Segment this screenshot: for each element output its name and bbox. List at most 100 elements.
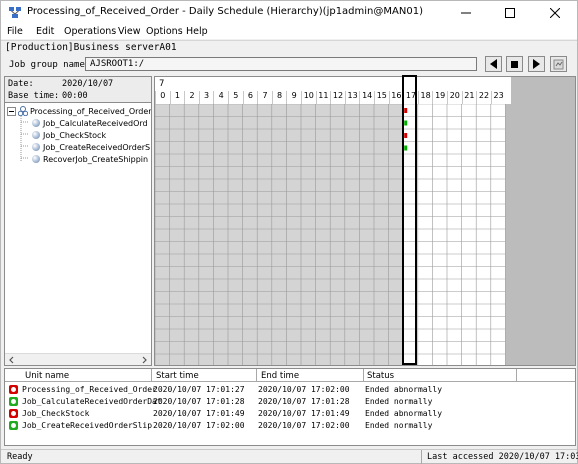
- scope-text: [Production]Business serverA01: [5, 42, 177, 53]
- column-status[interactable]: Status: [367, 371, 394, 381]
- app-window: Processing_of_Received_Order - Daily Sch…: [0, 0, 578, 464]
- menu-operations[interactable]: Operations: [64, 26, 116, 37]
- close-button[interactable]: [533, 1, 577, 24]
- title-bar[interactable]: Processing_of_Received_Order - Daily Sch…: [1, 1, 577, 24]
- current-hour-indicator: [402, 75, 418, 365]
- column-start-time[interactable]: Start time: [156, 371, 199, 381]
- status-cell: Ended normally: [365, 397, 433, 406]
- stop-button[interactable]: [506, 56, 523, 72]
- column-divider: [256, 369, 257, 382]
- hour-column: [257, 104, 272, 365]
- end-time-cell: 2020/10/07 17:01:49: [258, 409, 350, 418]
- day-label: 7: [159, 79, 165, 89]
- tree-item-job[interactable]: Job_CalculateReceivedOrd: [32, 117, 148, 129]
- status-cell: Ended normally: [365, 421, 433, 430]
- unit-name-cell: Job_CreateReceivedOrderSlip: [22, 421, 153, 430]
- square-icon: [511, 60, 518, 68]
- tree-panel: Date: 2020/10/07 Base time: 00:00 Proces…: [4, 76, 152, 366]
- chevron-left-icon[interactable]: [8, 356, 15, 364]
- tree-item-root[interactable]: Processing_of_Received_Order: [7, 105, 151, 117]
- minimize-button[interactable]: [444, 1, 488, 24]
- hour-column: [344, 104, 360, 365]
- hour-label: 10: [301, 91, 316, 104]
- last-accessed-text: Last accessed 2020/10/07 17:03:36: [421, 450, 578, 464]
- column-unit-name[interactable]: Unit name: [25, 371, 69, 381]
- app-icon: [9, 7, 21, 18]
- hour-column: [374, 104, 389, 365]
- table-row[interactable]: Job_CreateReceivedOrderSlip 2020/10/07 1…: [5, 420, 575, 431]
- job-group-field[interactable]: AJSROOT1:/: [85, 57, 477, 71]
- maximize-button[interactable]: [488, 1, 532, 24]
- hour-column: [432, 104, 447, 365]
- hour-column: [447, 104, 462, 365]
- menu-help[interactable]: Help: [186, 26, 208, 37]
- table-row[interactable]: Processing_of_Received_Order 2020/10/07 …: [5, 384, 575, 395]
- hour-label: 11: [315, 91, 331, 104]
- hour-label: 18: [417, 91, 433, 104]
- hour-column: [476, 104, 491, 365]
- tree-item-label: Job_CheckStock: [43, 130, 107, 140]
- tree-horizontal-scrollbar[interactable]: [5, 353, 151, 365]
- hour-label: 15: [374, 91, 389, 104]
- hour-label: 9: [286, 91, 301, 104]
- refresh-icon: [553, 59, 564, 69]
- table-row[interactable]: Job_CalculateReceivedOrderDat 2020/10/07…: [5, 396, 575, 407]
- end-time-cell: 2020/10/07 17:02:00: [258, 385, 350, 394]
- minimize-icon: [461, 12, 471, 13]
- tree-item-job[interactable]: Job_CreateReceivedOrderS: [32, 141, 150, 153]
- menu-view[interactable]: View: [118, 26, 141, 37]
- next-button[interactable]: [528, 56, 545, 72]
- chevron-right-icon[interactable]: [141, 356, 148, 364]
- table-row[interactable]: Job_CheckStock 2020/10/07 17:01:49 2020/…: [5, 408, 575, 419]
- hour-label: 19: [432, 91, 447, 104]
- triangle-right-icon: [533, 59, 540, 69]
- previous-button[interactable]: [485, 56, 502, 72]
- hour-label: 7: [257, 91, 272, 104]
- hour-column: [213, 104, 228, 365]
- status-ready-text: Ready: [7, 452, 33, 462]
- auto-refresh-button[interactable]: [550, 56, 567, 72]
- hour-label: 14: [359, 91, 374, 104]
- hour-column: [330, 104, 345, 365]
- schedule-panel: 7 0 1 2 3 4 5 6 7 8 9 10 11 12 13 14 15 16 17 18 19 20 21 22 23: [154, 75, 576, 366]
- unit-tree: Processing_of_Received_Order Job_Calcula…: [5, 104, 151, 350]
- hour-column: [301, 104, 316, 365]
- column-divider: [363, 369, 364, 382]
- status-abnormal-icon: [9, 409, 18, 418]
- base-time-value: 00:00: [62, 91, 88, 101]
- start-time-cell: 2020/10/07 17:02:00: [153, 421, 245, 430]
- scope-bar: [Production]Business serverA01: [1, 40, 577, 54]
- hour-column: [461, 104, 477, 365]
- menu-options[interactable]: Options: [146, 26, 183, 37]
- hour-label: 6: [242, 91, 258, 104]
- execution-list: Unit name Start time End time Status Pro…: [4, 368, 576, 446]
- tree-item-job[interactable]: Job_CheckStock: [32, 129, 106, 141]
- tree-item-label: Job_CalculateReceivedOrd: [43, 118, 148, 128]
- hour-column: [490, 104, 506, 365]
- hour-column: [315, 104, 331, 365]
- column-end-time[interactable]: End time: [261, 371, 299, 381]
- collapse-icon[interactable]: [7, 106, 16, 116]
- hour-label: 0: [155, 91, 170, 104]
- hour-label: 22: [476, 91, 491, 104]
- hour-column: [388, 104, 404, 365]
- tree-item-job[interactable]: RecoverJob_CreateShippin: [32, 153, 148, 165]
- column-divider: [151, 369, 152, 382]
- menu-file[interactable]: File: [7, 26, 23, 37]
- base-time-label: Base time:: [8, 91, 60, 101]
- maximize-icon: [505, 7, 515, 18]
- unit-name-cell: Job_CalculateReceivedOrderDat: [22, 397, 162, 406]
- menu-edit[interactable]: Edit: [36, 26, 54, 37]
- hour-label: 8: [271, 91, 287, 104]
- date-value: 2020/10/07: [62, 79, 114, 89]
- hour-label: 12: [330, 91, 345, 104]
- hour-column: [155, 104, 170, 365]
- hour-label: 16: [388, 91, 404, 104]
- close-icon: [550, 7, 560, 18]
- end-time-cell: 2020/10/07 17:02:00: [258, 421, 350, 430]
- unit-name-cell: Job_CheckStock: [22, 409, 90, 418]
- start-time-cell: 2020/10/07 17:01:28: [153, 397, 245, 406]
- status-bar: Ready Last accessed 2020/10/07 17:03:36: [1, 449, 578, 464]
- schedule-grid[interactable]: [155, 104, 511, 365]
- job-icon: [32, 131, 40, 139]
